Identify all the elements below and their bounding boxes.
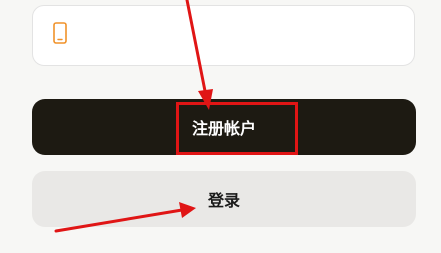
register-button-label: 注册帐户	[191, 119, 256, 138]
phone-input[interactable]	[81, 6, 402, 65]
phone-field[interactable]	[32, 5, 415, 66]
login-button[interactable]: 登录	[32, 171, 416, 227]
phone-icon	[53, 22, 67, 44]
login-button-label: 登录	[207, 191, 240, 210]
register-button[interactable]: 注册帐户	[32, 99, 416, 155]
